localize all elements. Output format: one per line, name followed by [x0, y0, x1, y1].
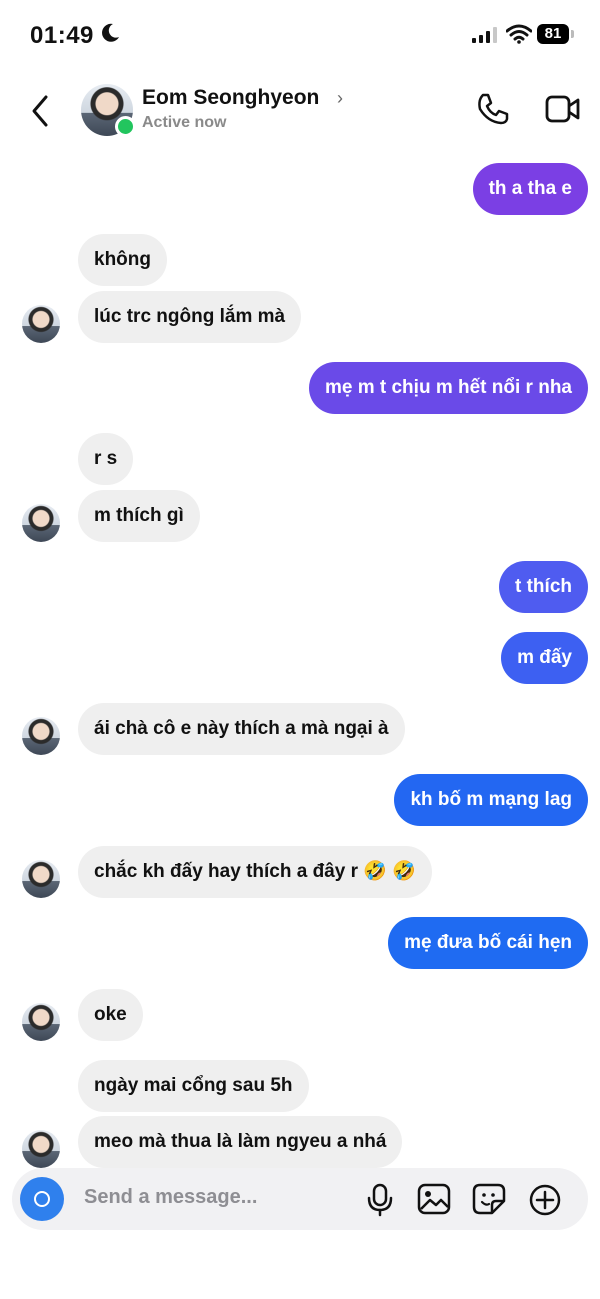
message-bubble-incoming[interactable]: ngày mai cổng sau 5h	[78, 1060, 309, 1112]
message-composer: Send a message...	[12, 1168, 588, 1230]
add-circle-icon[interactable]	[528, 1183, 562, 1217]
sender-avatar[interactable]	[22, 1130, 60, 1168]
message-bubble-incoming[interactable]: lúc trc ngông lắm mà	[78, 291, 302, 343]
gallery-icon[interactable]	[417, 1183, 451, 1215]
chevron-right-icon[interactable]: ›	[337, 88, 343, 109]
chat-header: Eom Seonghyeon › Active now	[0, 74, 600, 150]
message-bubble-outgoing[interactable]: m đấy	[501, 632, 588, 684]
sender-avatar[interactable]	[22, 860, 60, 898]
contact-name[interactable]: Eom Seonghyeon	[142, 86, 319, 110]
sender-avatar[interactable]	[22, 305, 60, 343]
sender-avatar[interactable]	[22, 717, 60, 755]
sender-avatar[interactable]	[22, 504, 60, 542]
sticker-icon[interactable]	[472, 1183, 506, 1215]
message-bubble-outgoing[interactable]: mẹ m t chịu m hết nổi r nha	[308, 362, 588, 414]
message-bubble-outgoing[interactable]: mẹ đưa bố cái hẹn	[388, 917, 588, 969]
message-bubble-incoming[interactable]: m thích gì	[78, 490, 200, 542]
message-bubble-outgoing[interactable]: th a tha e	[472, 163, 588, 215]
sender-avatar[interactable]	[22, 1003, 60, 1041]
camera-icon[interactable]	[20, 1177, 64, 1221]
status-bar: 01:49 81	[0, 0, 600, 70]
video-call-icon[interactable]	[545, 94, 581, 124]
active-status: Active now	[142, 114, 227, 131]
message-bubble-incoming[interactable]: oke	[78, 989, 143, 1041]
wifi-icon	[506, 24, 532, 44]
phone-call-icon[interactable]	[476, 92, 510, 126]
message-bubble-incoming[interactable]: chắc kh đấy hay thích a đây r 🤣 🤣	[78, 846, 432, 898]
battery-indicator: 81	[537, 24, 569, 44]
online-status-dot	[115, 116, 136, 137]
status-time: 01:49	[30, 22, 94, 49]
message-input[interactable]: Send a message...	[84, 1186, 257, 1209]
message-bubble-outgoing[interactable]: kh bố m mạng lag	[394, 774, 588, 826]
back-arrow-icon[interactable]	[30, 94, 50, 128]
message-bubble-outgoing[interactable]: t thích	[499, 561, 588, 613]
battery-tip	[571, 30, 574, 38]
message-bubble-incoming[interactable]: không	[78, 234, 167, 286]
message-bubble-incoming[interactable]: r s	[78, 433, 134, 485]
signal-icon	[472, 27, 497, 43]
message-bubble-incoming[interactable]: ái chà cô e này thích a mà ngại à	[78, 703, 405, 755]
microphone-icon[interactable]	[366, 1183, 394, 1217]
message-bubble-incoming[interactable]: meo mà thua là làm ngyeu a nhá	[78, 1116, 403, 1168]
moon-icon	[102, 23, 119, 42]
